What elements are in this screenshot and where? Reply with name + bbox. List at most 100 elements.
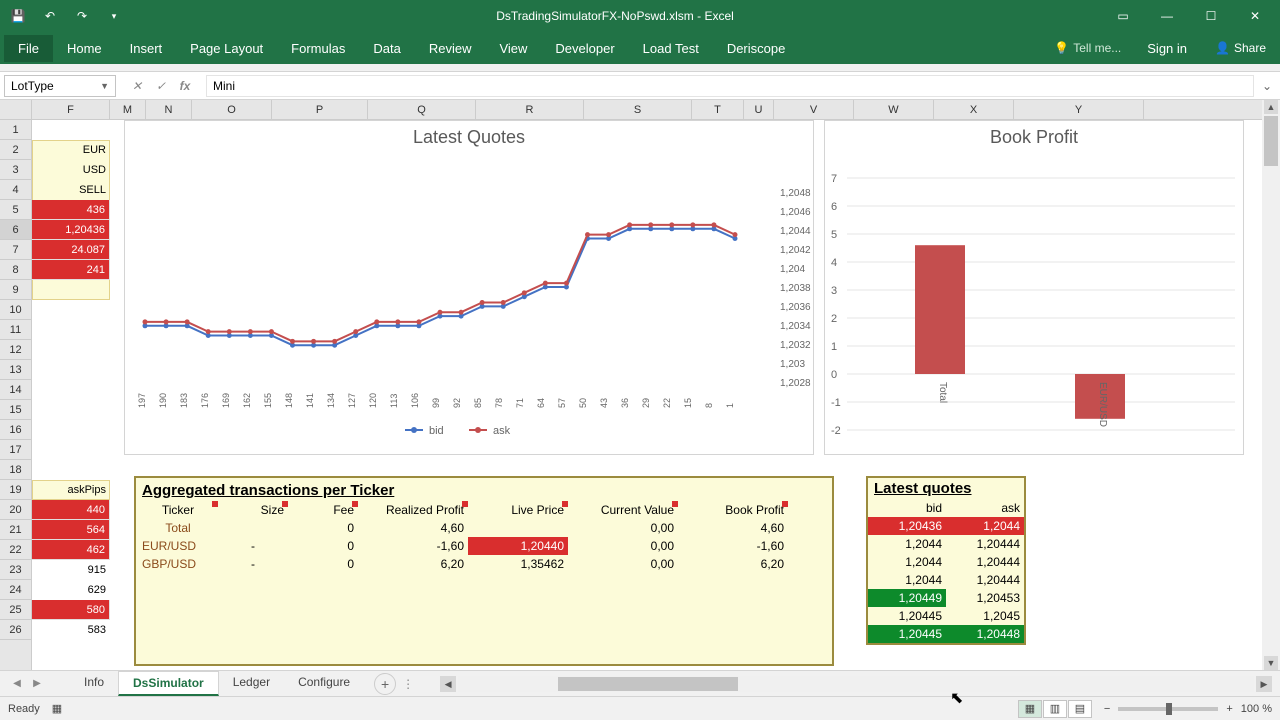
- chevron-down-icon[interactable]: ▼: [100, 81, 109, 91]
- column-header[interactable]: Q: [368, 100, 476, 119]
- cell[interactable]: 629: [32, 580, 110, 600]
- column-header[interactable]: Y: [1014, 100, 1144, 119]
- ribbon-tab-file[interactable]: File: [4, 35, 53, 62]
- column-header[interactable]: M: [110, 100, 146, 119]
- sheet-nav-next-icon[interactable]: ▶: [28, 675, 46, 693]
- view-page-layout-icon[interactable]: ▥: [1043, 700, 1067, 718]
- scroll-right-icon[interactable]: ▶: [1256, 676, 1272, 692]
- ribbon-tab-deriscope[interactable]: Deriscope: [713, 35, 800, 62]
- chart-latest-quotes[interactable]: Latest Quotes 1,20481,20461,20441,20421,…: [124, 120, 814, 455]
- table-row[interactable]: GBP/USD - 0 6,20 1,35462 0,00 6,20: [138, 555, 830, 573]
- ribbon-tab-formulas[interactable]: Formulas: [277, 35, 359, 62]
- ribbon-tab-page-layout[interactable]: Page Layout: [176, 35, 277, 62]
- add-sheet-button[interactable]: +: [374, 673, 396, 695]
- scroll-up-icon[interactable]: ▲: [1264, 100, 1278, 114]
- cell[interactable]: 436: [32, 200, 110, 220]
- sheet-tab-configure[interactable]: Configure: [284, 671, 364, 696]
- ribbon-options-icon[interactable]: ▭: [1102, 4, 1144, 28]
- cell[interactable]: askPips: [32, 480, 110, 500]
- table-row[interactable]: 1,20445 1,2045: [868, 607, 1024, 625]
- row-header[interactable]: 15: [0, 400, 31, 420]
- cancel-formula-icon[interactable]: ✕: [126, 75, 148, 97]
- table-row[interactable]: 1,2044 1,20444: [868, 553, 1024, 571]
- tell-me-search[interactable]: 💡Tell me...: [1046, 37, 1129, 59]
- ribbon-tab-developer[interactable]: Developer: [541, 35, 628, 62]
- row-header[interactable]: 17: [0, 440, 31, 460]
- sheet-tab-ledger[interactable]: Ledger: [219, 671, 284, 696]
- zoom-level[interactable]: 100 %: [1241, 703, 1272, 715]
- row-header[interactable]: 2: [0, 140, 31, 160]
- undo-icon[interactable]: ↶: [36, 4, 64, 28]
- cell[interactable]: 241: [32, 260, 110, 280]
- column-header[interactable]: N: [146, 100, 192, 119]
- cell[interactable]: 915: [32, 560, 110, 580]
- row-header[interactable]: 25: [0, 600, 31, 620]
- zoom-in-icon[interactable]: +: [1226, 703, 1232, 715]
- row-header[interactable]: 16: [0, 420, 31, 440]
- sign-in-button[interactable]: Sign in: [1133, 35, 1201, 62]
- zoom-slider[interactable]: [1118, 707, 1218, 711]
- ribbon-tab-view[interactable]: View: [485, 35, 541, 62]
- sheet-nav-prev-icon[interactable]: ◀: [8, 675, 26, 693]
- table-row[interactable]: 1,2044 1,20444: [868, 535, 1024, 553]
- row-header[interactable]: 13: [0, 360, 31, 380]
- name-box[interactable]: LotType ▼: [4, 75, 116, 97]
- zoom-out-icon[interactable]: −: [1104, 703, 1110, 715]
- cell-grid[interactable]: EURUSDSELL4361,2043624.087241askPips4405…: [32, 120, 1262, 670]
- chart-book-profit[interactable]: Book Profit 76543210-1-2 TotalEUR/USD: [824, 120, 1244, 455]
- column-header[interactable]: W: [854, 100, 934, 119]
- cell[interactable]: EUR: [32, 140, 110, 160]
- table-row[interactable]: Total 0 4,60 0,00 4,60: [138, 519, 830, 537]
- scroll-down-icon[interactable]: ▼: [1264, 656, 1278, 670]
- ribbon-tab-review[interactable]: Review: [415, 35, 486, 62]
- share-button[interactable]: 👤Share: [1205, 37, 1276, 59]
- maximize-icon[interactable]: ☐: [1190, 4, 1232, 28]
- column-header[interactable]: R: [476, 100, 584, 119]
- column-header[interactable]: T: [692, 100, 744, 119]
- fx-icon[interactable]: fx: [174, 75, 196, 97]
- row-header[interactable]: 19: [0, 480, 31, 500]
- ribbon-tab-data[interactable]: Data: [359, 35, 414, 62]
- scroll-left-icon[interactable]: ◀: [440, 676, 456, 692]
- table-row[interactable]: EUR/USD - 0 -1,60 1,20440 0,00 -1,60: [138, 537, 830, 555]
- cell[interactable]: 580: [32, 600, 110, 620]
- cell[interactable]: SELL: [32, 180, 110, 200]
- row-header[interactable]: 14: [0, 380, 31, 400]
- row-header[interactable]: 26: [0, 620, 31, 640]
- save-icon[interactable]: 💾: [4, 4, 32, 28]
- scroll-thumb[interactable]: [1264, 116, 1278, 166]
- column-header[interactable]: O: [192, 100, 272, 119]
- row-header[interactable]: 8: [0, 260, 31, 280]
- formula-expand-icon[interactable]: ⌄: [1258, 79, 1276, 93]
- row-header[interactable]: 18: [0, 460, 31, 480]
- row-header[interactable]: 1: [0, 120, 31, 140]
- row-header[interactable]: 23: [0, 560, 31, 580]
- close-icon[interactable]: ✕: [1234, 4, 1276, 28]
- row-header[interactable]: 24: [0, 580, 31, 600]
- sheet-tab-dssimulator[interactable]: DsSimulator: [118, 671, 219, 696]
- cell[interactable]: 440: [32, 500, 110, 520]
- ribbon-tab-insert[interactable]: Insert: [116, 35, 177, 62]
- row-header[interactable]: 22: [0, 540, 31, 560]
- minimize-icon[interactable]: —: [1146, 4, 1188, 28]
- row-header[interactable]: 10: [0, 300, 31, 320]
- hscroll-thumb[interactable]: [558, 677, 738, 691]
- table-row[interactable]: 1,20436 1,2044: [868, 517, 1024, 535]
- formula-input[interactable]: Mini: [206, 75, 1254, 97]
- row-header[interactable]: 7: [0, 240, 31, 260]
- qat-customize-icon[interactable]: ▾: [100, 4, 128, 28]
- select-all-cell[interactable]: [0, 100, 32, 120]
- cell[interactable]: 462: [32, 540, 110, 560]
- column-header[interactable]: S: [584, 100, 692, 119]
- row-header[interactable]: 9: [0, 280, 31, 300]
- column-header[interactable]: F: [32, 100, 110, 119]
- cell[interactable]: 1,20436: [32, 220, 110, 240]
- column-header[interactable]: U: [744, 100, 774, 119]
- redo-icon[interactable]: ↷: [68, 4, 96, 28]
- row-header[interactable]: 21: [0, 520, 31, 540]
- cell[interactable]: 583: [32, 620, 110, 640]
- table-row[interactable]: 1,2044 1,20444: [868, 571, 1024, 589]
- row-header[interactable]: 11: [0, 320, 31, 340]
- aggregated-transactions-table[interactable]: Aggregated transactions per Ticker Ticke…: [134, 476, 834, 666]
- cell[interactable]: USD: [32, 160, 110, 180]
